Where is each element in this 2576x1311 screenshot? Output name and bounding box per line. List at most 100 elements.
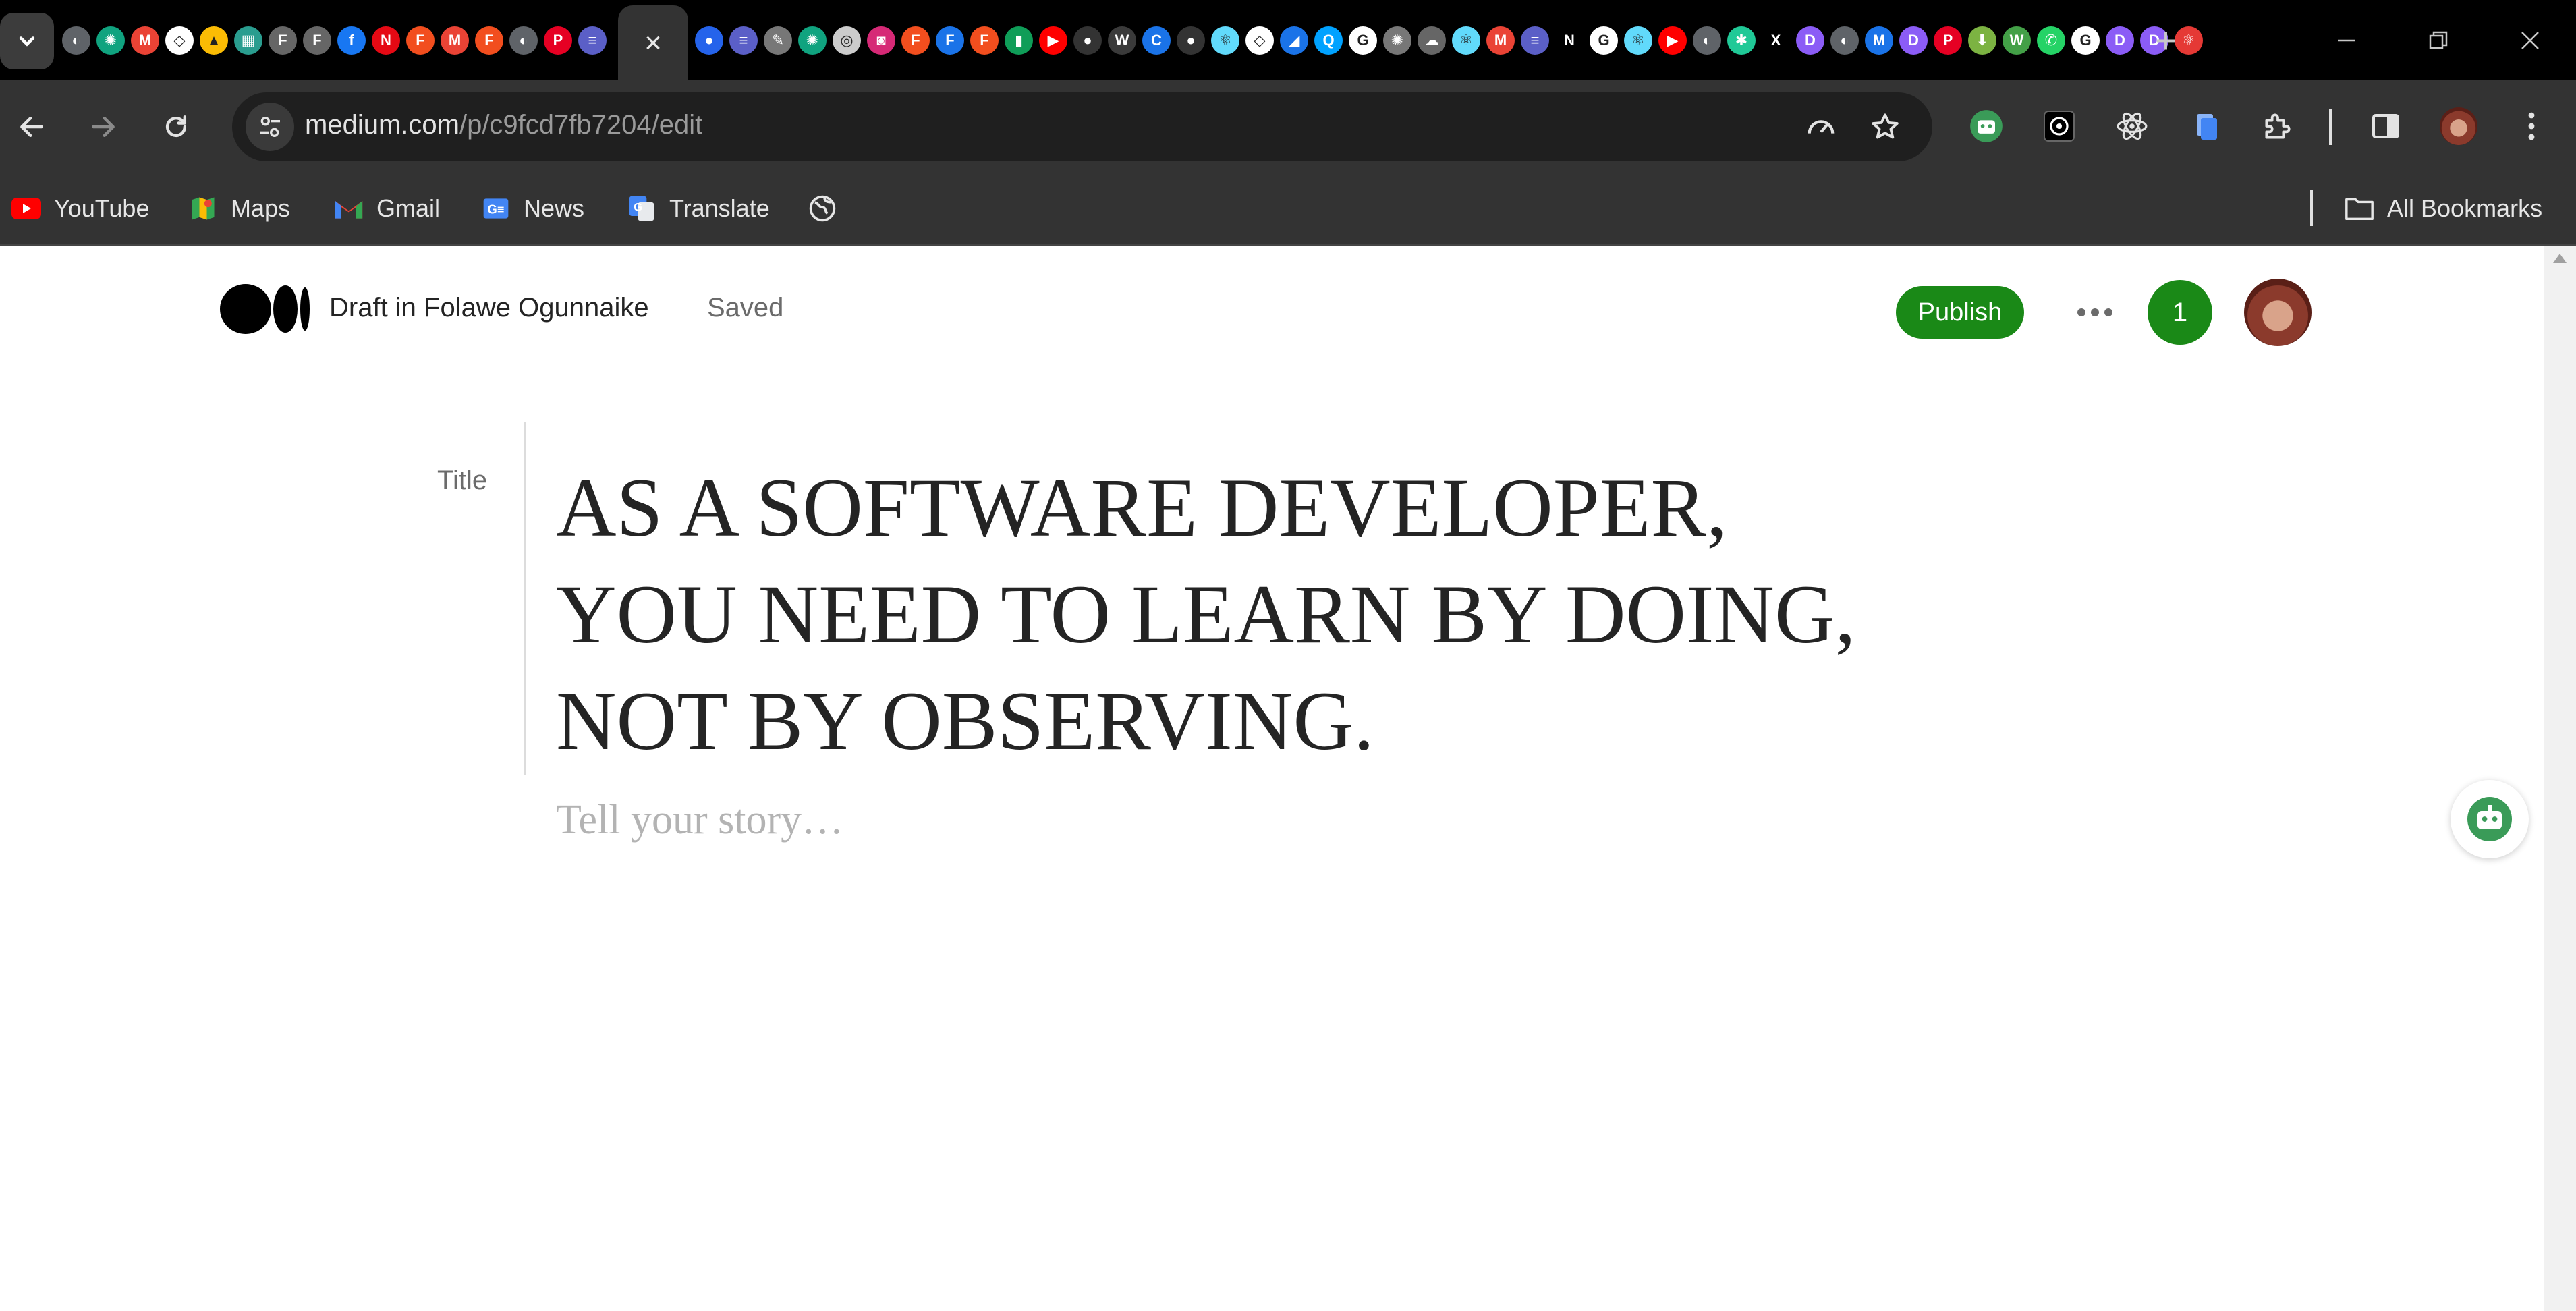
tab-search-button[interactable] <box>0 13 54 69</box>
all-bookmarks-button[interactable]: All Bookmarks <box>2344 190 2542 227</box>
tab-react-icon[interactable]: ⚛ <box>1211 26 1239 55</box>
tab-cloud-icon[interactable]: ☁ <box>1418 26 1446 55</box>
tab-netflix-icon[interactable]: N <box>372 26 400 55</box>
tab-figma-2-icon[interactable]: F <box>970 26 999 55</box>
tab-slides-icon[interactable]: ▦ <box>234 26 262 55</box>
tab-figma-icon[interactable]: F <box>901 26 930 55</box>
tab-vercel-icon[interactable]: ◢ <box>1280 26 1308 55</box>
story-title-input[interactable]: AS A SOFTWARE DEVELOPER, YOU NEED TO LEA… <box>556 455 2007 775</box>
tab-instagram-icon[interactable]: ◙ <box>867 26 895 55</box>
tab-codepen-icon[interactable]: ◇ <box>1245 26 1274 55</box>
extension-chatgpt-button[interactable] <box>2040 107 2078 145</box>
extension-react-button[interactable] <box>2113 107 2151 145</box>
tab-google-2-icon[interactable]: G <box>1590 26 1618 55</box>
extensions-menu-button[interactable] <box>2259 107 2297 145</box>
bookmark-youtube[interactable]: YouTube <box>11 190 149 227</box>
tab-forms-icon[interactable]: F <box>936 26 964 55</box>
tab-gmail-icon[interactable]: M <box>131 26 159 55</box>
tab-figma-2-icon[interactable]: F <box>475 26 503 55</box>
tab-google-icon[interactable]: G <box>1349 26 1377 55</box>
profile-button[interactable] <box>2440 107 2477 145</box>
tab-download-icon[interactable]: ⬇ <box>1968 26 1996 55</box>
reload-button[interactable] <box>152 103 200 150</box>
page-scrollbar[interactable] <box>2544 246 2576 1311</box>
tab-d-purple-icon[interactable]: D <box>1796 26 1824 55</box>
more-options-button[interactable] <box>2071 296 2119 329</box>
tab-google-drive-icon[interactable]: ▲ <box>200 26 228 55</box>
tab-search-icon[interactable]: Q <box>1314 26 1343 55</box>
tab-figma-icon[interactable]: F <box>406 26 435 55</box>
bookmark-translate[interactable]: G Translate <box>626 190 770 227</box>
bookmark-news[interactable]: G≡ News <box>480 190 584 227</box>
tab-gmail-icon[interactable]: M <box>1486 26 1515 55</box>
tab-react-3-icon[interactable]: ⚛ <box>1624 26 1652 55</box>
bookmark-maps[interactable]: Maps <box>188 190 290 227</box>
tab-chatgpt-gray-icon[interactable]: ✺ <box>1383 26 1411 55</box>
story-body-input[interactable]: Tell your story… <box>556 796 843 844</box>
tab-github-2-icon[interactable]: ● <box>1177 26 1205 55</box>
tab-list-2-icon[interactable]: ≡ <box>1521 26 1549 55</box>
back-button[interactable] <box>8 103 55 150</box>
minimize-window-button[interactable] <box>2326 20 2367 61</box>
bookmark-globe[interactable] <box>807 190 850 227</box>
tab-m-blue-icon[interactable]: M <box>1865 26 1893 55</box>
tab-feather-icon[interactable]: ✎ <box>764 26 792 55</box>
tab-chatgpt-icon[interactable]: ✺ <box>96 26 125 55</box>
tab-github-ring-icon[interactable]: ◎ <box>833 26 861 55</box>
restore-window-button[interactable] <box>2418 20 2459 61</box>
tab-react-blue-icon[interactable]: ● <box>695 26 723 55</box>
close-window-button[interactable] <box>2510 20 2550 61</box>
tab-gmail-2-icon[interactable]: M <box>441 26 469 55</box>
active-tab[interactable]: × <box>618 5 688 80</box>
bookmark-gmail[interactable]: Gmail <box>333 190 440 227</box>
site-info-button[interactable] <box>246 103 294 151</box>
title-guide-line <box>524 422 526 775</box>
tab-whatsapp-icon[interactable]: ✆ <box>2037 26 2065 55</box>
tab-list-icon[interactable]: ≡ <box>729 26 758 55</box>
tab-list-icon[interactable]: ≡ <box>578 26 607 55</box>
url-domain: medium.com <box>305 110 459 140</box>
tab-whatsapp-web-icon[interactable]: W <box>1108 26 1136 55</box>
tab-figma-ring-icon[interactable]: F <box>269 26 297 55</box>
tab-facebook-icon[interactable]: f <box>337 26 366 55</box>
performance-button[interactable] <box>1804 110 1838 144</box>
tab-youtube-2-icon[interactable]: ▶ <box>1658 26 1687 55</box>
tab-c-blue-icon[interactable]: C <box>1142 26 1171 55</box>
tab-w-green-icon[interactable]: W <box>2003 26 2031 55</box>
medium-logo[interactable] <box>220 283 310 338</box>
tab-pinterest-icon[interactable]: P <box>1934 26 1962 55</box>
tab-chatgpt-icon[interactable]: ✺ <box>798 26 827 55</box>
tab-d-purple-3-icon[interactable]: D <box>2106 26 2134 55</box>
tab-chrome-icon[interactable]: ◐ <box>1693 26 1721 55</box>
tab-react-2-icon[interactable]: ⚛ <box>1452 26 1480 55</box>
tab-chrome-2-icon[interactable]: ◐ <box>509 26 538 55</box>
tab-codepen-icon[interactable]: ◇ <box>165 26 194 55</box>
url-text[interactable]: medium.com/p/c9fcd7fb7204/edit <box>305 110 702 140</box>
tab-perplexity-icon[interactable]: ✱ <box>1727 26 1756 55</box>
side-panel-button[interactable] <box>2367 107 2405 145</box>
chrome-menu-button[interactable] <box>2513 107 2550 145</box>
tab-notion-icon[interactable]: N <box>1555 26 1584 55</box>
tab-chrome-2-icon[interactable]: ◐ <box>1830 26 1859 55</box>
tab-google-3-icon[interactable]: G <box>2071 26 2100 55</box>
tab-github-icon[interactable]: ● <box>1073 26 1102 55</box>
extension-docs-button[interactable] <box>2187 107 2225 145</box>
tab-pinterest-icon[interactable]: P <box>544 26 572 55</box>
floating-assistant-button[interactable] <box>2451 780 2529 858</box>
tab-green-doc-icon[interactable]: ▮ <box>1005 26 1033 55</box>
bookmark-star-button[interactable] <box>1868 110 1902 144</box>
notification-badge[interactable]: 1 <box>2148 280 2212 345</box>
close-tab-icon[interactable]: × <box>644 28 662 58</box>
publish-button[interactable]: Publish <box>1896 286 2024 339</box>
extension-robot-button[interactable] <box>1967 107 2005 145</box>
address-bar[interactable]: medium.com/p/c9fcd7fb7204/edit <box>232 92 1932 161</box>
new-tab-button[interactable]: + <box>2146 20 2186 61</box>
tab-chrome-icon[interactable]: ◐ <box>62 26 90 55</box>
tab-d-purple-2-icon[interactable]: D <box>1899 26 1928 55</box>
tab-x-icon[interactable]: X <box>1762 26 1790 55</box>
tab-youtube-icon[interactable]: ▶ <box>1039 26 1067 55</box>
user-avatar[interactable] <box>2244 279 2312 346</box>
scroll-up-arrow-icon[interactable] <box>2553 254 2567 263</box>
tab-figma-ring-2-icon[interactable]: F <box>303 26 331 55</box>
forward-button[interactable] <box>80 103 127 150</box>
